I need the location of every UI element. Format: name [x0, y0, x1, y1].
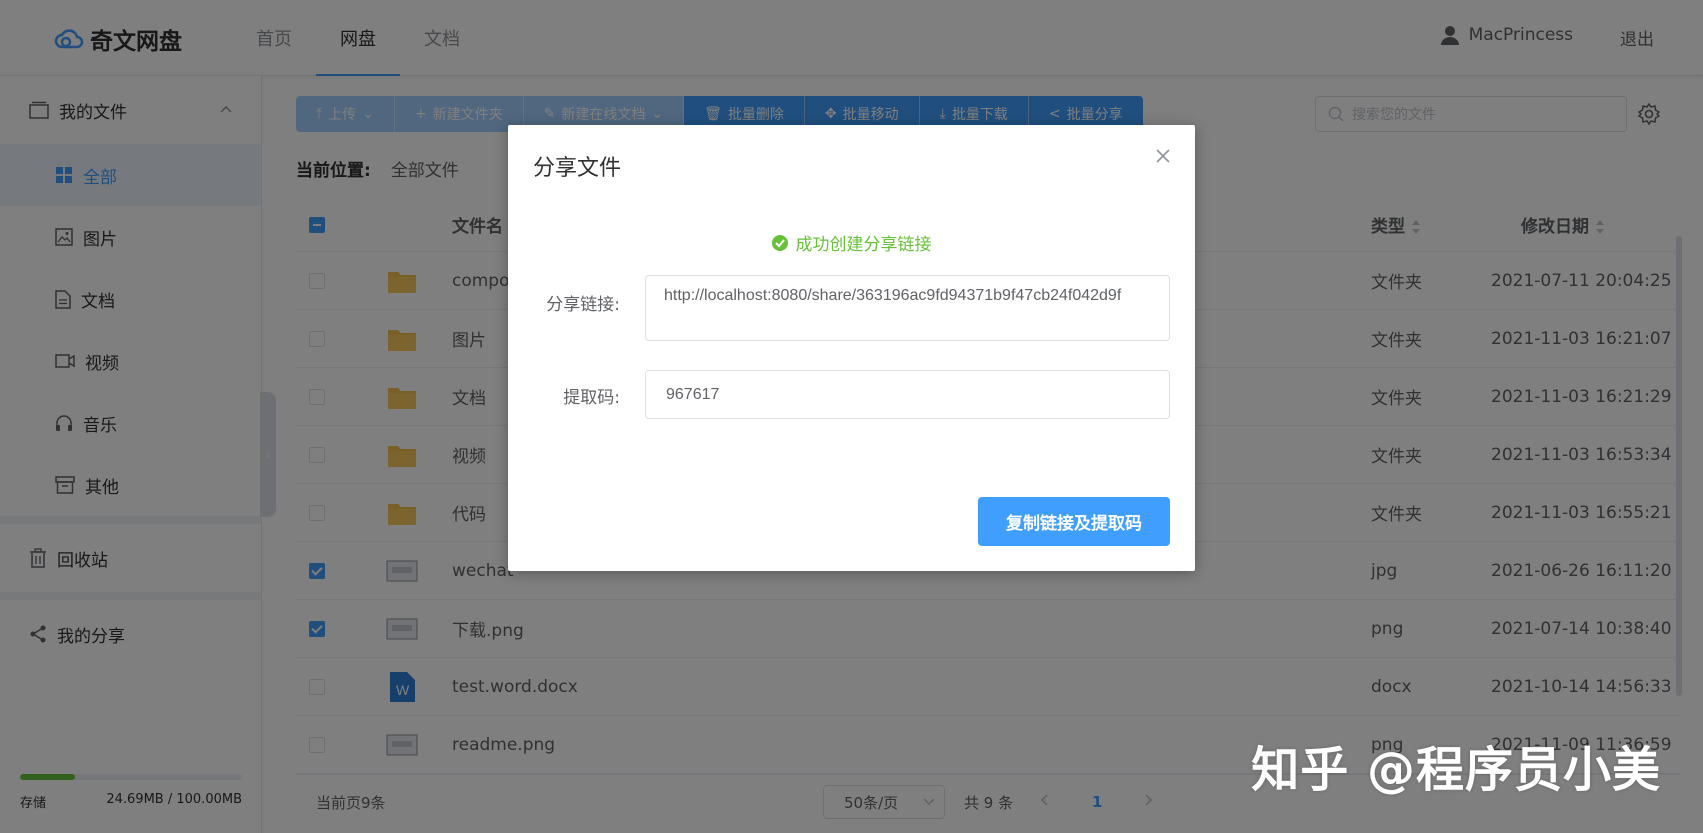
- share-link-field[interactable]: http://localhost:8080/share/363196ac9fd9…: [645, 275, 1170, 341]
- close-icon[interactable]: [1156, 149, 1170, 163]
- extract-code-field[interactable]: 967617: [645, 370, 1170, 419]
- dialog-title: 分享文件: [533, 156, 622, 181]
- share-link-label: 分享链接:: [546, 295, 620, 315]
- success-message: 成功创建分享链接: [508, 230, 1195, 255]
- watermark-text: 知乎 @程序员小美: [1251, 742, 1661, 798]
- copy-link-button[interactable]: 复制链接及提取码: [978, 497, 1170, 546]
- share-dialog: 分享文件 成功创建分享链接 分享链接: http://localhost:808…: [508, 125, 1195, 571]
- success-check-icon: [771, 234, 788, 251]
- extract-code-label: 提取码:: [563, 388, 620, 408]
- success-text: 成功创建分享链接: [795, 235, 932, 255]
